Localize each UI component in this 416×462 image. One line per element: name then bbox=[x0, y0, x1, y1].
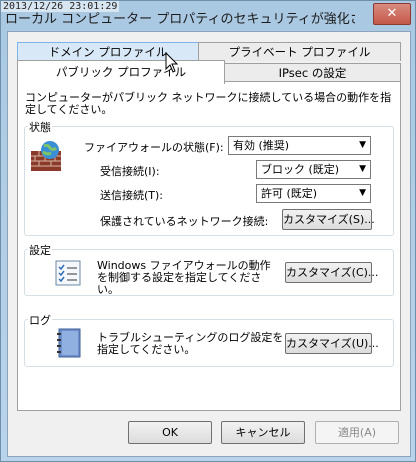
apply-button[interactable]: 適用(A) bbox=[315, 421, 399, 444]
inbound-label: 受信接続(I): bbox=[100, 165, 160, 178]
chevron-down-icon: ▼ bbox=[359, 140, 366, 150]
protected-connections-label: 保護されているネットワーク接続: bbox=[100, 215, 269, 228]
firewall-brick-globe-icon bbox=[31, 141, 61, 171]
timestamp-overlay: 2013/12/26 23:01:29 bbox=[1, 1, 120, 12]
settings-group-label: 設定 bbox=[28, 242, 52, 258]
ok-button[interactable]: OK bbox=[128, 421, 212, 444]
customize-log-button[interactable]: カスタマイズ(U)... bbox=[285, 333, 379, 354]
mouse-pointer-icon bbox=[165, 52, 179, 73]
log-group-label: ログ bbox=[28, 312, 52, 328]
properties-window: 2013/12/26 23:01:29 ローカル コンピューター プロパティのセ… bbox=[0, 0, 416, 462]
state-group-label: 状態 bbox=[28, 119, 52, 135]
customize-settings-button[interactable]: カスタマイズ(C)... bbox=[285, 262, 378, 283]
profile-description: コンピューターがパブリック ネットワークに接続している場合の動作を指定してくださ… bbox=[25, 91, 392, 116]
customize-protected-connections-button[interactable]: カスタマイズ(S)... bbox=[282, 209, 375, 230]
notebook-icon bbox=[57, 328, 81, 358]
cancel-button[interactable]: キャンセル bbox=[221, 421, 305, 444]
outbound-select[interactable]: 許可 (既定) ▼ bbox=[256, 184, 371, 203]
firewall-state-label: ファイアウォールの状態(F): bbox=[84, 141, 224, 154]
checklist-icon bbox=[55, 260, 81, 286]
public-profile-pane: コンピューターがパブリック ネットワークに接続している場合の動作を指定してくださ… bbox=[17, 81, 401, 411]
settings-description: Windows ファイアウォールの動作を制御する設定を指定してください。 bbox=[97, 259, 271, 296]
log-description: トラブルシューティングのログ設定を指定してください。 bbox=[97, 331, 284, 356]
tab-ipsec-settings[interactable]: IPsec の設定 bbox=[224, 63, 401, 82]
firewall-state-select[interactable]: 有効 (推奨) ▼ bbox=[228, 136, 371, 155]
close-button[interactable]: ✕ bbox=[373, 3, 411, 25]
firewall-state-value: 有効 (推奨) bbox=[233, 139, 290, 152]
dialog-client-area: ドメイン プロファイル プライベート プロファイル パブリック プロファイル I… bbox=[7, 31, 411, 457]
outbound-label: 送信接続(T): bbox=[100, 189, 164, 202]
inbound-value: ブロック (既定) bbox=[261, 163, 340, 176]
tab-private-profile[interactable]: プライベート プロファイル bbox=[198, 42, 401, 61]
outbound-value: 許可 (既定) bbox=[261, 187, 318, 200]
tab-public-profile[interactable]: パブリック プロファイル bbox=[17, 60, 225, 84]
chevron-down-icon: ▼ bbox=[359, 164, 366, 174]
chevron-down-icon: ▼ bbox=[359, 188, 366, 198]
inbound-select[interactable]: ブロック (既定) ▼ bbox=[256, 160, 371, 179]
